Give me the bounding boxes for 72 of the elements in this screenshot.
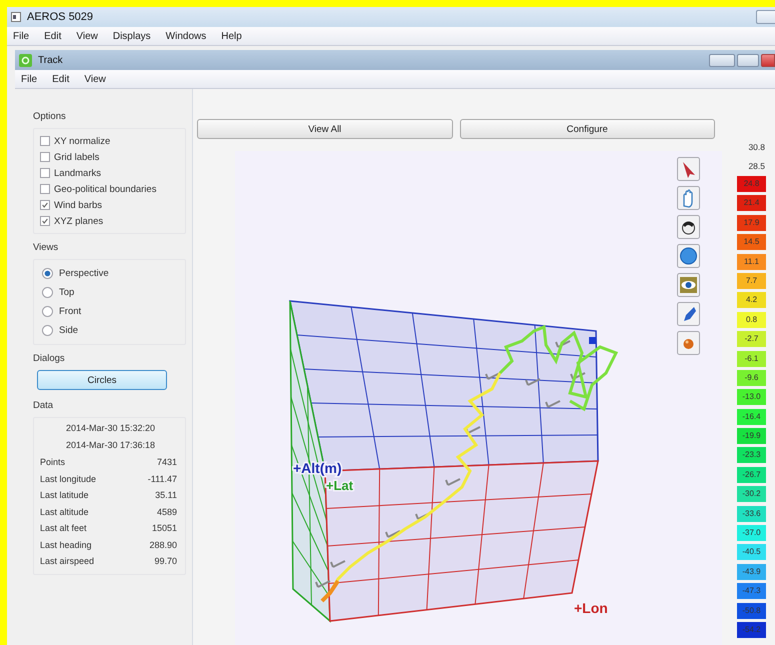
legend-top: 28.5	[748, 160, 766, 173]
legend-swatch: -19.9	[737, 428, 766, 444]
data-value: 15051	[152, 523, 177, 534]
legend-swatch: -47.3	[737, 583, 766, 600]
legend-swatch: 24.8	[737, 176, 766, 192]
data-label: Last airspeed	[40, 556, 94, 566]
legend-swatch: -16.4	[737, 408, 766, 425]
legend-swatch: -26.7	[737, 466, 766, 483]
legend-swatch: -37.0	[737, 525, 766, 542]
menu-item[interactable]: Edit	[50, 74, 72, 84]
axis-label: +Lon	[574, 600, 608, 616]
legend-max: 30.8	[748, 141, 766, 154]
checkbox-label: Geo-political boundaries	[54, 184, 156, 194]
data-value: 288.90	[149, 540, 177, 550]
legend-swatch: 4.2	[737, 292, 766, 308]
timestamp: 2014-Mar-30 17:36:18	[64, 439, 156, 452]
data-value: 35.11	[155, 490, 177, 500]
plot-button[interactable]: Configure	[460, 119, 715, 139]
data-label: Last latitude	[40, 490, 89, 500]
data-label: Last longitude	[40, 474, 96, 484]
group-title: Options	[33, 111, 67, 122]
timestamp: 2014-Mar-30 15:32:20	[64, 422, 156, 435]
menu-item[interactable]: View	[74, 30, 100, 42]
group-title: Views	[33, 242, 60, 253]
menu-item[interactable]: View	[82, 74, 108, 84]
checkbox-label: Grid labels	[54, 152, 100, 162]
legend-swatch: -13.0	[737, 389, 766, 406]
window-title: AEROS 5029	[27, 11, 94, 23]
checkbox-label: XYZ planes	[54, 216, 104, 226]
legend-swatch: 11.1	[737, 254, 766, 270]
legend-swatch: 0.8	[737, 312, 766, 328]
legend-swatch: -30.2	[737, 486, 766, 502]
circles-button[interactable]: Circles	[37, 370, 167, 390]
legend-swatch: 17.9	[737, 214, 766, 231]
legend-swatch: -2.7	[737, 331, 766, 348]
legend-swatch: 21.4	[737, 195, 766, 212]
legend-swatch: 14.5	[737, 234, 766, 250]
legend-swatch: -6.1	[737, 350, 766, 367]
legend-swatch: -50.8	[737, 602, 766, 619]
radio-label: Side	[59, 325, 78, 336]
data-label: Last alt feet	[40, 523, 87, 534]
menu-item[interactable]: Help	[219, 30, 244, 42]
radio-label: Perspective	[59, 268, 109, 279]
data-label: Points	[40, 457, 66, 468]
legend-swatch: -54.2	[737, 622, 766, 638]
data-label: Last heading	[40, 540, 92, 550]
data-value: -111.47	[148, 474, 177, 484]
data-label: Last altitude	[40, 506, 89, 517]
menu-item[interactable]: Windows	[164, 30, 208, 42]
legend-swatch: -40.5	[737, 544, 766, 560]
menu-item[interactable]: File	[11, 30, 32, 42]
menu-item[interactable]: Edit	[42, 30, 64, 42]
group-title: Data	[33, 400, 54, 411]
radio-label: Top	[59, 287, 74, 298]
legend-swatch: -23.3	[737, 447, 766, 464]
checkbox-label: Wind barbs	[54, 200, 102, 210]
legend-swatch: -33.6	[737, 506, 766, 522]
data-value: 4589	[156, 506, 177, 517]
group-title: Dialogs	[33, 353, 66, 364]
legend-swatch: 7.7	[737, 272, 766, 289]
menu-item[interactable]: File	[19, 74, 40, 84]
legend-swatch: -9.6	[737, 370, 766, 386]
data-value: 99.70	[154, 556, 177, 566]
plot-button[interactable]: View All	[197, 119, 452, 139]
checkbox-label: Landmarks	[54, 168, 101, 178]
legend-swatch: -43.9	[737, 564, 766, 580]
radio-label: Front	[59, 306, 82, 317]
axis-label: +Lat	[326, 478, 354, 493]
menu-item[interactable]: Displays	[110, 30, 153, 42]
checkbox-label: XY normalize	[54, 136, 110, 146]
data-value: 7431	[156, 457, 177, 468]
window-title: Track	[38, 54, 63, 66]
